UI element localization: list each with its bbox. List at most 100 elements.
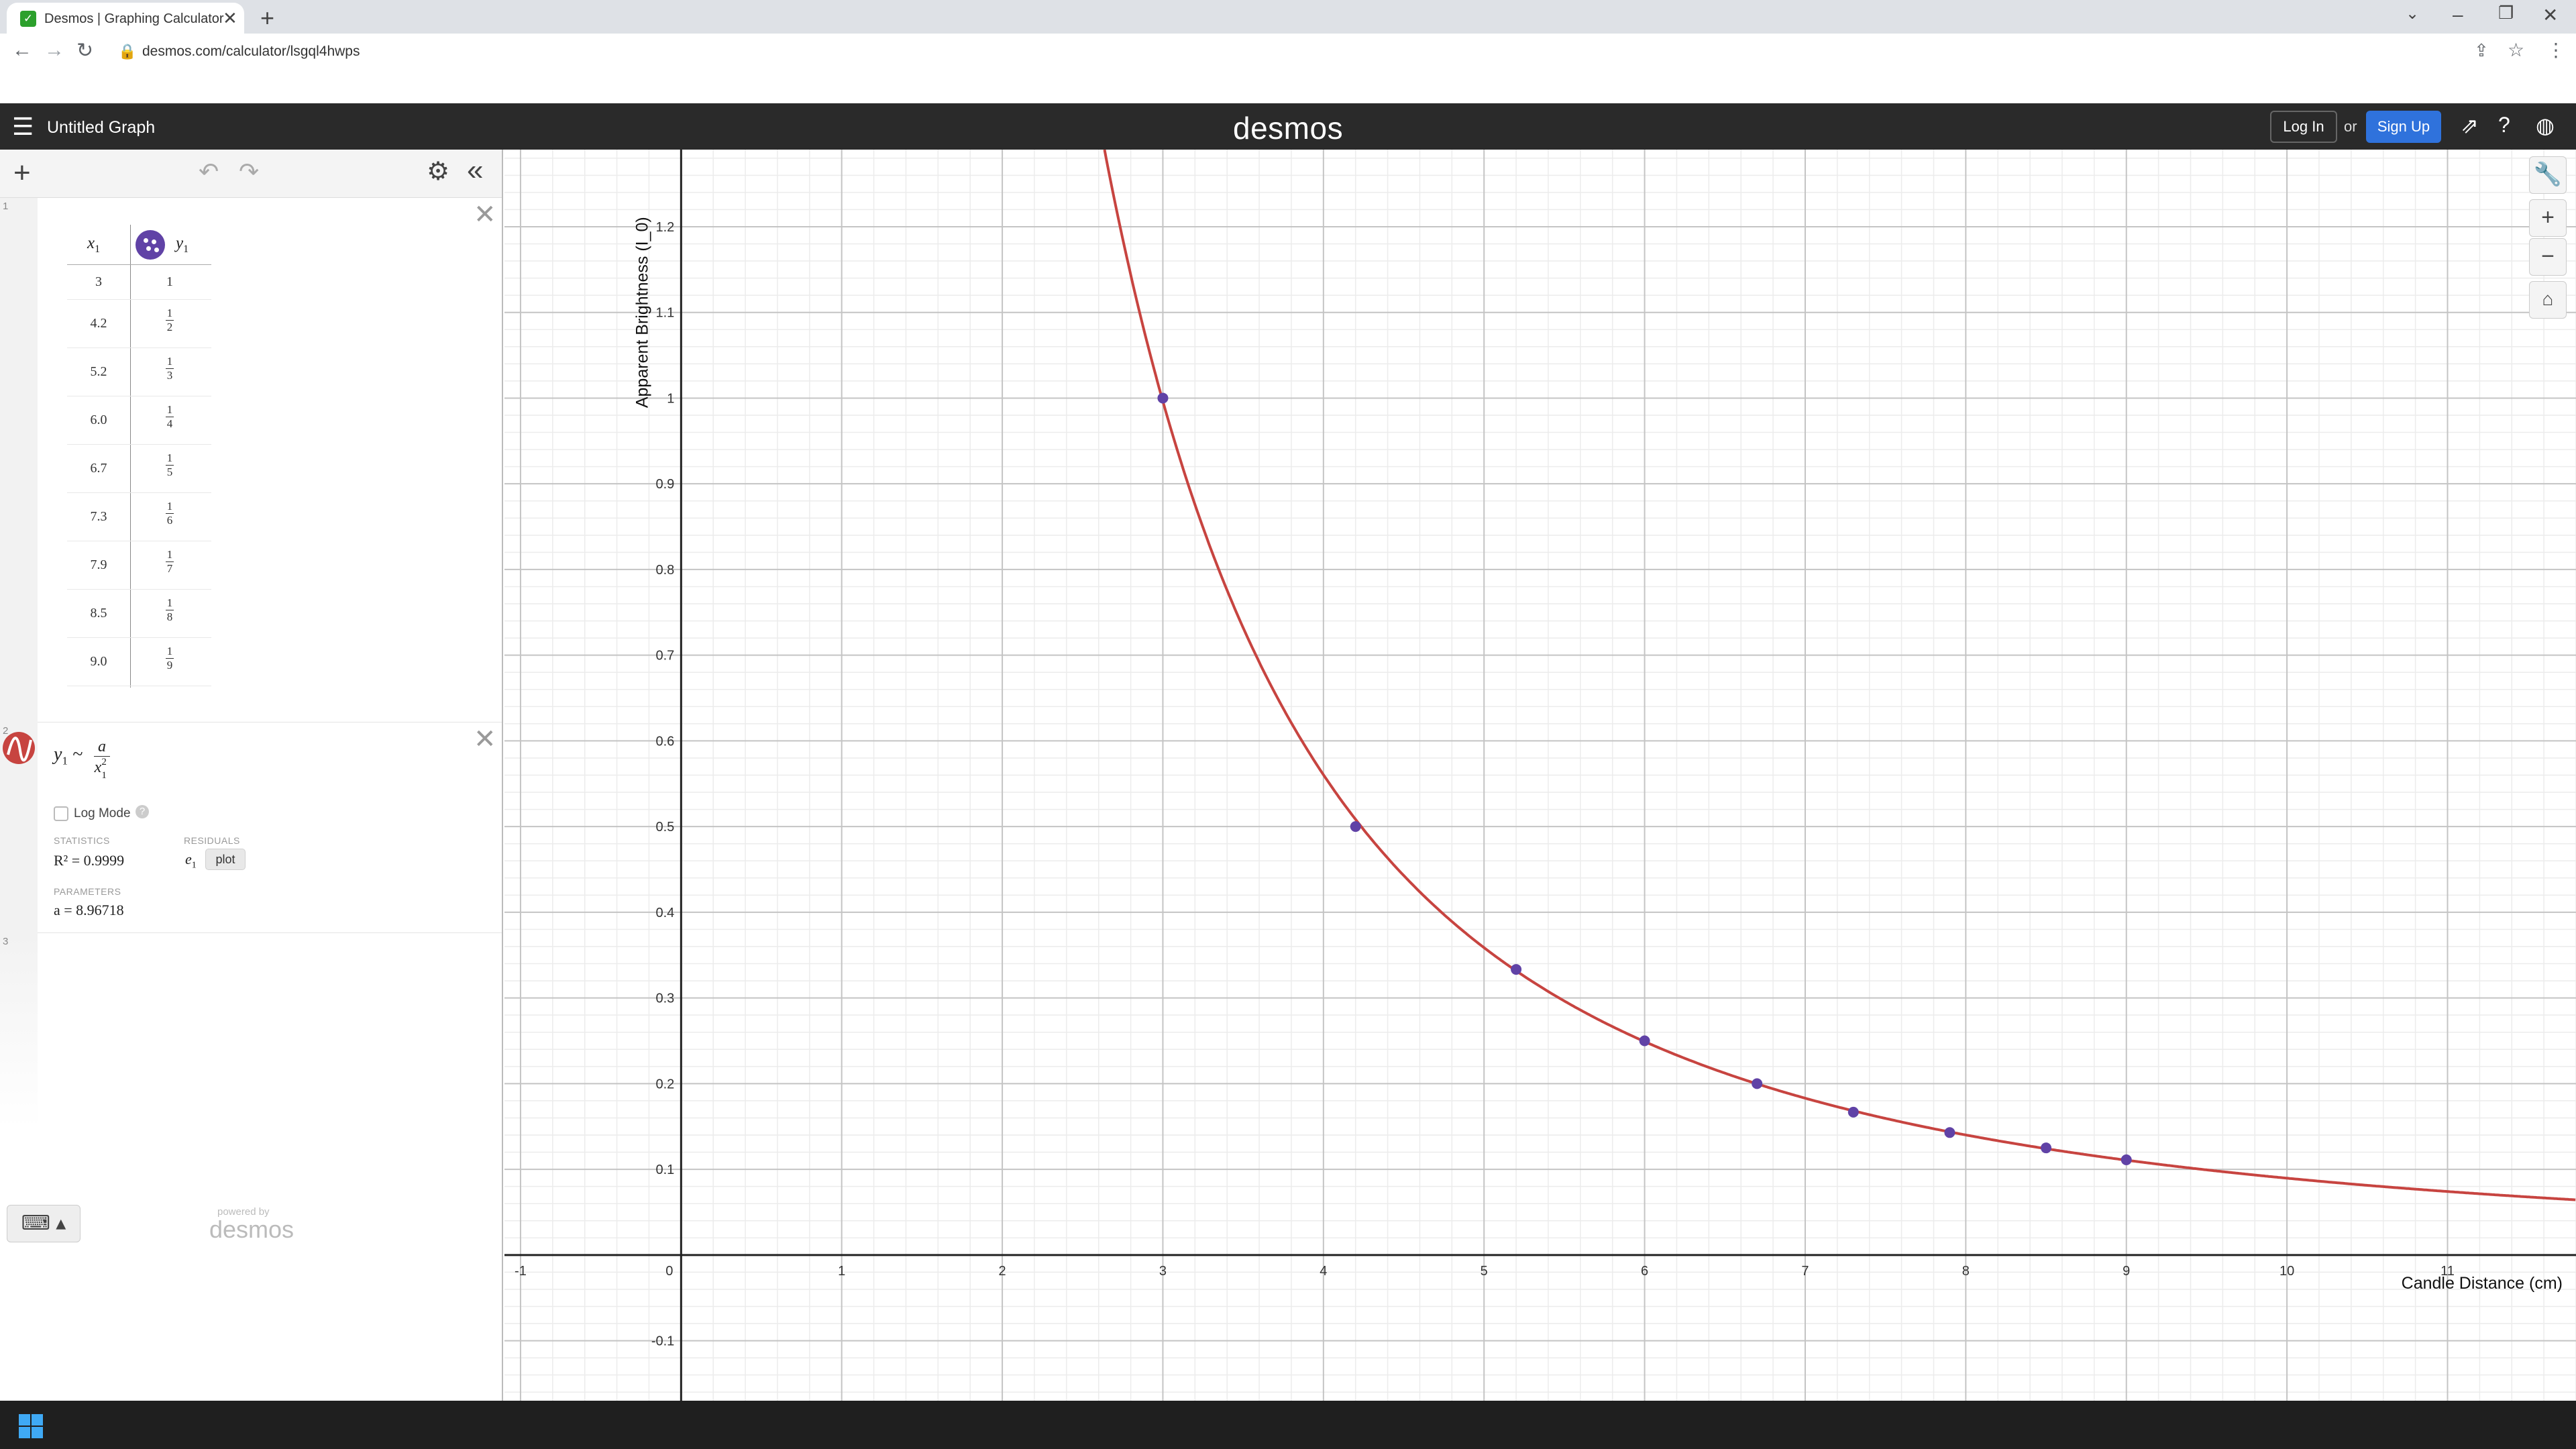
log-mode-help-icon[interactable]: ? [136, 805, 149, 818]
data-table: x1 y1 3 1 4.2 1 2 5.2 1 3 6.0 1 4 6.7 1 5 7.3 1 6 7.9 1 7 8.… [67, 225, 211, 688]
table-cell-y[interactable]: 14 [140, 403, 200, 431]
data-point[interactable] [1350, 821, 1361, 833]
default-viewport-home-icon[interactable]: ⌂ [2529, 281, 2567, 319]
hamburger-menu-icon[interactable]: ☰ [12, 113, 34, 141]
keyboard-toggle-button[interactable]: ⌨ ▴ [7, 1205, 80, 1242]
table-cell-x[interactable]: 6.7 [67, 461, 130, 476]
graph-title[interactable]: Untitled Graph [47, 118, 155, 138]
data-point[interactable] [1944, 1127, 1955, 1138]
x-tick-label: 7 [1801, 1264, 1809, 1279]
language-globe-icon[interactable]: ◍ [2536, 113, 2555, 138]
help-icon[interactable]: ? [2498, 113, 2510, 138]
table-cell-y[interactable]: 17 [140, 548, 200, 576]
expression-number: 3 [3, 936, 9, 947]
table-row[interactable]: 6.7 1 5 [67, 445, 211, 493]
signup-button[interactable]: Sign Up [2366, 111, 2441, 143]
table-cell-x[interactable]: 9.0 [67, 654, 130, 669]
back-icon[interactable]: ← [12, 39, 32, 62]
table-header: x1 y1 [67, 225, 211, 265]
zoom-out-icon[interactable]: − [2529, 238, 2567, 276]
table-row[interactable]: 5.2 1 3 [67, 348, 211, 396]
x-axis-label: Candle Distance (cm) [2402, 1274, 2563, 1293]
table-cell-x[interactable]: 3 [67, 274, 130, 290]
table-row[interactable]: 7.3 1 6 [67, 493, 211, 541]
browser-menu-icon[interactable]: ⋮ [2546, 39, 2565, 61]
x-tick-label: 5 [1481, 1264, 1488, 1279]
table-cell-y[interactable]: 12 [140, 307, 200, 335]
expression-gutter: 1 [0, 198, 38, 722]
expression-number: 1 [3, 201, 9, 212]
delete-expression-icon[interactable]: ✕ [474, 199, 496, 230]
table-row[interactable]: 31 [67, 265, 211, 300]
column-header-x[interactable]: x1 [87, 234, 100, 256]
table-cell-y[interactable]: 1 [140, 274, 200, 290]
table-cell-x[interactable]: 7.3 [67, 509, 130, 525]
reload-icon[interactable]: ↻ [76, 39, 93, 62]
new-tab-icon[interactable]: + [260, 4, 274, 32]
x-tick-label: 8 [1962, 1264, 1970, 1279]
undo-icon[interactable]: ↶ [199, 158, 219, 186]
data-point[interactable] [2041, 1142, 2052, 1154]
table-cell-y[interactable]: 19 [140, 645, 200, 673]
table-row[interactable]: 6.0 1 4 [67, 396, 211, 445]
graph-paper[interactable]: -1 1 2 3 4 5 6 7 8 9 10 11 0 -0.1 0.1 0.2 0.3 0.4 0.5 0.6 0.… [504, 150, 2576, 1401]
table-row[interactable]: 4.2 1 2 [67, 300, 211, 348]
table-cell-y[interactable]: 13 [140, 355, 200, 383]
column-header-y[interactable]: y1 [176, 234, 189, 256]
graph-canvas[interactable]: -1 1 2 3 4 5 6 7 8 9 10 110-0.10.10.20.30.40.50.60.… [504, 150, 2576, 1401]
expression-empty[interactable] [0, 933, 502, 980]
data-point[interactable] [1157, 392, 1169, 404]
collapse-panel-icon[interactable]: « [467, 154, 483, 187]
data-point[interactable] [1752, 1078, 1763, 1089]
regression-curve-icon[interactable] [1, 731, 36, 765]
tab-close-icon[interactable]: ✕ [223, 8, 237, 29]
forward-icon[interactable]: → [44, 39, 64, 62]
bookmark-star-icon[interactable]: ☆ [2508, 39, 2524, 61]
powered-by-desmos-logo[interactable]: desmos [209, 1216, 294, 1244]
zoom-in-icon[interactable]: + [2529, 199, 2567, 237]
settings-gear-icon[interactable]: ⚙ [427, 156, 449, 186]
series-color-icon[interactable] [136, 230, 165, 260]
url-field[interactable]: desmos.com/calculator/lsgql4hwps [142, 44, 360, 60]
table-cell-x[interactable]: 6.0 [67, 413, 130, 428]
plot-residuals-button[interactable]: plot [205, 849, 246, 870]
log-mode-checkbox[interactable] [54, 806, 68, 821]
data-point[interactable] [1639, 1035, 1650, 1046]
regression-fraction[interactable]: a x21 [94, 737, 110, 781]
share-graph-icon[interactable]: ⇗ [2461, 113, 2479, 138]
residual-variable: e1 [185, 851, 197, 871]
table-cell-y[interactable]: 18 [140, 596, 200, 625]
restore-icon[interactable]: ❐ [2498, 3, 2514, 23]
x-tick-label: 1 [838, 1264, 845, 1279]
table-cell-x[interactable]: 7.9 [67, 557, 130, 573]
y-tick-label: 1.2 [656, 220, 675, 235]
minimize-icon[interactable]: – [2453, 4, 2463, 25]
table-cell-y[interactable]: 15 [140, 451, 200, 480]
table-cell-x[interactable]: 8.5 [67, 606, 130, 621]
tab-search-icon[interactable]: ⌄ [2406, 4, 2419, 23]
table-row[interactable]: 7.9 1 7 [67, 541, 211, 590]
data-point[interactable] [2121, 1154, 2132, 1165]
window-close-icon[interactable]: ✕ [2542, 4, 2558, 26]
y-tick-label: 0.7 [656, 649, 675, 663]
login-button[interactable]: Log In [2270, 111, 2337, 143]
regression-lhs[interactable]: y1 ~ [54, 744, 83, 768]
expression-table[interactable]: 1 ✕ x1 y1 3 1 4.2 1 2 5.2 1 3 6.0 1 4 6.7 1 5 7.3 1 6 7.9… [0, 198, 502, 757]
regression-curve[interactable] [1103, 150, 2576, 1201]
residuals-label: RESIDUALS [184, 835, 240, 846]
delete-expression-icon[interactable]: ✕ [474, 724, 496, 755]
add-expression-icon[interactable]: + [13, 156, 31, 190]
lock-icon[interactable]: 🔒 [118, 43, 136, 60]
table-cell-y[interactable]: 16 [140, 500, 200, 528]
data-point[interactable] [1511, 964, 1522, 975]
table-cell-x[interactable]: 5.2 [67, 364, 130, 380]
browser-tab[interactable]: ✓ Desmos | Graphing Calculator ✕ [7, 3, 244, 34]
redo-icon[interactable]: ↷ [239, 158, 259, 186]
share-page-icon[interactable]: ⇪ [2474, 40, 2489, 61]
windows-start-icon[interactable] [19, 1414, 43, 1438]
table-cell-x[interactable]: 4.2 [67, 316, 130, 331]
table-row[interactable]: 8.5 1 8 [67, 590, 211, 638]
table-row[interactable]: 9.0 1 9 [67, 638, 211, 686]
data-point[interactable] [1847, 1106, 1859, 1118]
graph-settings-wrench-icon[interactable]: 🔧 [2529, 156, 2567, 194]
